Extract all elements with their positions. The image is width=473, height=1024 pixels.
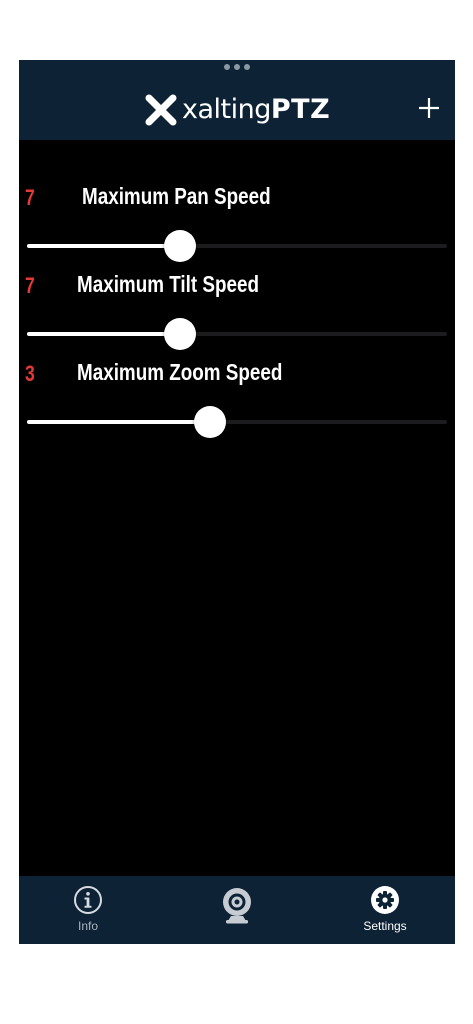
zoom-speed-label: Maximum Zoom Speed bbox=[77, 359, 283, 385]
app-header: xaltingPTZ bbox=[19, 60, 455, 140]
logo-wordmark: xaltingPTZ bbox=[182, 92, 330, 128]
drag-handle-icon[interactable] bbox=[224, 64, 250, 72]
info-icon bbox=[74, 886, 102, 914]
tab-settings[interactable]: Settings bbox=[355, 876, 415, 944]
slider-thumb[interactable] bbox=[164, 230, 196, 262]
slider-fill bbox=[27, 332, 180, 336]
webcam-icon bbox=[223, 888, 251, 924]
tab-info-label: Info bbox=[77, 919, 98, 933]
slider-fill bbox=[27, 420, 210, 424]
setting-max-pan-speed: 7 Maximum Pan Speed bbox=[19, 180, 455, 268]
app-window: xaltingPTZ 7 Maximum Pan Speed 7 Maximum… bbox=[19, 60, 455, 944]
tilt-speed-value: 7 bbox=[25, 273, 35, 298]
slider-thumb[interactable] bbox=[194, 406, 226, 438]
tab-camera[interactable] bbox=[219, 876, 255, 944]
gear-icon bbox=[371, 886, 399, 914]
app-logo: xaltingPTZ bbox=[143, 92, 330, 128]
add-button[interactable] bbox=[417, 96, 441, 120]
tilt-speed-label: Maximum Tilt Speed bbox=[77, 271, 260, 297]
logo-text-bold: PTZ bbox=[270, 94, 331, 125]
pan-speed-label: Maximum Pan Speed bbox=[82, 183, 271, 209]
tilt-speed-slider[interactable] bbox=[27, 317, 447, 353]
zoom-speed-value: 3 bbox=[25, 361, 35, 386]
tab-settings-label: Settings bbox=[363, 919, 407, 933]
zoom-speed-slider[interactable] bbox=[27, 405, 447, 441]
slider-fill bbox=[27, 244, 180, 248]
bottom-tab-bar: Info Settings bbox=[19, 876, 455, 944]
setting-max-zoom-speed: 3 Maximum Zoom Speed bbox=[19, 356, 455, 444]
pan-speed-slider[interactable] bbox=[27, 229, 447, 265]
pan-speed-value: 7 bbox=[25, 185, 35, 210]
logo-text-light: xalting bbox=[182, 94, 271, 125]
setting-max-tilt-speed: 7 Maximum Tilt Speed bbox=[19, 268, 455, 356]
tab-info[interactable]: Info bbox=[68, 876, 108, 944]
xalting-x-logo-icon bbox=[145, 94, 177, 126]
slider-thumb[interactable] bbox=[164, 318, 196, 350]
